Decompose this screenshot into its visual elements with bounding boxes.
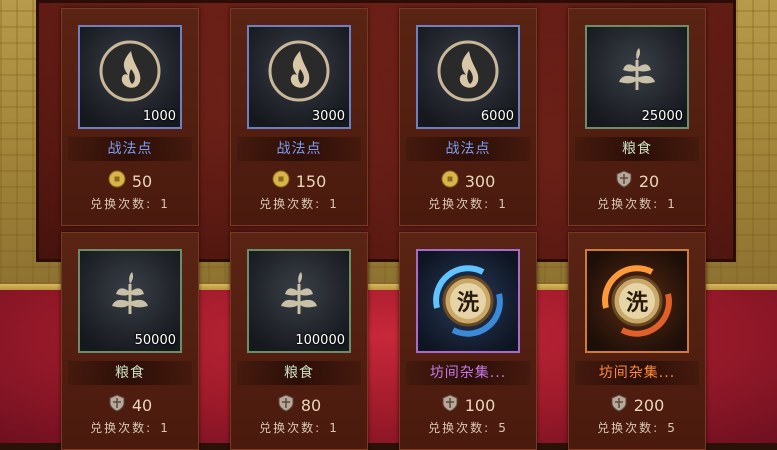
item-name: 坊间杂集...	[575, 361, 699, 385]
shop-item-card[interactable]: 25000 粮食 20 兑换次数: 1	[568, 8, 706, 226]
item-price: 100	[400, 393, 536, 417]
coin-icon	[441, 170, 459, 192]
exchange-limit-label: 兑换次数:	[90, 421, 153, 435]
exchange-limit-label: 兑换次数:	[428, 421, 491, 435]
item-price: 80	[231, 393, 367, 417]
item-icon-frame: 6000	[416, 25, 520, 129]
item-price: 40	[62, 393, 198, 417]
item-name: 坊间杂集...	[406, 361, 530, 385]
shield-icon	[441, 394, 459, 416]
item-quantity: 25000	[641, 109, 683, 124]
item-price: 200	[569, 393, 705, 417]
exchange-limit-value: 1	[667, 197, 677, 211]
shield-icon	[615, 170, 633, 192]
exchange-limit-label: 兑换次数:	[259, 197, 322, 211]
shop-item-card[interactable]: 洗 坊间杂集... 200 兑换次数: 5	[568, 232, 706, 450]
item-icon-frame: 洗	[416, 249, 520, 353]
price-value: 80	[300, 395, 322, 415]
shop-item-card[interactable]: 3000 战法点 150 兑换次数: 1	[230, 8, 368, 226]
wash-token-glyph: 洗	[626, 291, 648, 316]
exchange-limit: 兑换次数: 1	[569, 195, 705, 212]
item-icon-frame: 1000	[78, 25, 182, 129]
item-name: 战法点	[68, 137, 192, 161]
exchange-limit: 兑换次数: 5	[400, 419, 536, 436]
shield-icon	[610, 394, 628, 416]
shop-item-card[interactable]: 50000 粮食 40 兑换次数: 1	[61, 232, 199, 450]
item-price: 50	[62, 169, 198, 193]
exchange-limit: 兑换次数: 1	[400, 195, 536, 212]
price-value: 300	[464, 171, 496, 191]
item-quantity: 3000	[311, 109, 345, 124]
shop-item-card[interactable]: 洗 坊间杂集... 100 兑换次数: 5	[399, 232, 537, 450]
item-name: 粮食	[68, 361, 192, 385]
wash-token-orange-icon: 洗	[602, 265, 672, 337]
item-name: 战法点	[237, 137, 361, 161]
exchange-limit-value: 1	[329, 421, 339, 435]
item-name: 战法点	[406, 137, 530, 161]
shop-item-card[interactable]: 6000 战法点 300 兑换次数: 1	[399, 8, 537, 226]
shield-icon	[108, 394, 126, 416]
exchange-limit: 兑换次数: 1	[231, 419, 367, 436]
item-price: 20	[569, 169, 705, 193]
wash-token-blue-icon: 洗	[433, 265, 503, 337]
tactic-point-icon	[268, 40, 330, 102]
wash-token-glyph: 洗	[457, 291, 479, 316]
exchange-limit-label: 兑换次数:	[259, 421, 322, 435]
item-price: 150	[231, 169, 367, 193]
exchange-limit: 兑换次数: 1	[62, 419, 198, 436]
exchange-limit-label: 兑换次数:	[597, 421, 660, 435]
shop-item-card[interactable]: 1000 战法点 50 兑换次数: 1	[61, 8, 199, 226]
exchange-limit-label: 兑换次数:	[90, 197, 153, 211]
exchange-limit-value: 1	[160, 197, 170, 211]
exchange-limit: 兑换次数: 1	[231, 195, 367, 212]
grain-icon	[112, 272, 148, 314]
exchange-limit-value: 1	[498, 197, 508, 211]
item-name: 粮食	[575, 137, 699, 161]
exchange-limit-value: 1	[329, 197, 339, 211]
price-value: 150	[295, 171, 327, 191]
item-quantity: 6000	[480, 109, 514, 124]
exchange-limit: 兑换次数: 1	[62, 195, 198, 212]
exchange-limit: 兑换次数: 5	[569, 419, 705, 436]
item-icon-frame: 洗	[585, 249, 689, 353]
price-value: 100	[464, 395, 496, 415]
item-name: 粮食	[237, 361, 361, 385]
item-quantity: 50000	[134, 333, 176, 348]
item-icon-frame: 3000	[247, 25, 351, 129]
item-quantity: 100000	[295, 333, 345, 348]
item-icon-frame: 50000	[78, 249, 182, 353]
shop-item-card[interactable]: 100000 粮食 80 兑换次数: 1	[230, 232, 368, 450]
price-value: 50	[131, 171, 153, 191]
item-icon-frame: 25000	[585, 25, 689, 129]
price-value: 20	[638, 171, 660, 191]
tactic-point-icon	[99, 40, 161, 102]
item-icon-frame: 100000	[247, 249, 351, 353]
price-value: 200	[633, 395, 665, 415]
exchange-shop-grid: 1000 战法点 50 兑换次数: 1 3000 战法点 150 兑换次数: 1…	[0, 0, 777, 450]
exchange-limit-label: 兑换次数:	[428, 197, 491, 211]
item-price: 300	[400, 169, 536, 193]
coin-icon	[108, 170, 126, 192]
exchange-limit-value: 5	[498, 421, 508, 435]
item-quantity: 1000	[142, 109, 176, 124]
exchange-limit-value: 1	[160, 421, 170, 435]
grain-icon	[619, 48, 655, 90]
coin-icon	[272, 170, 290, 192]
price-value: 40	[131, 395, 153, 415]
shield-icon	[277, 394, 295, 416]
exchange-limit-value: 5	[667, 421, 677, 435]
tactic-point-icon	[437, 40, 499, 102]
exchange-limit-label: 兑换次数:	[597, 197, 660, 211]
grain-icon	[281, 272, 317, 314]
